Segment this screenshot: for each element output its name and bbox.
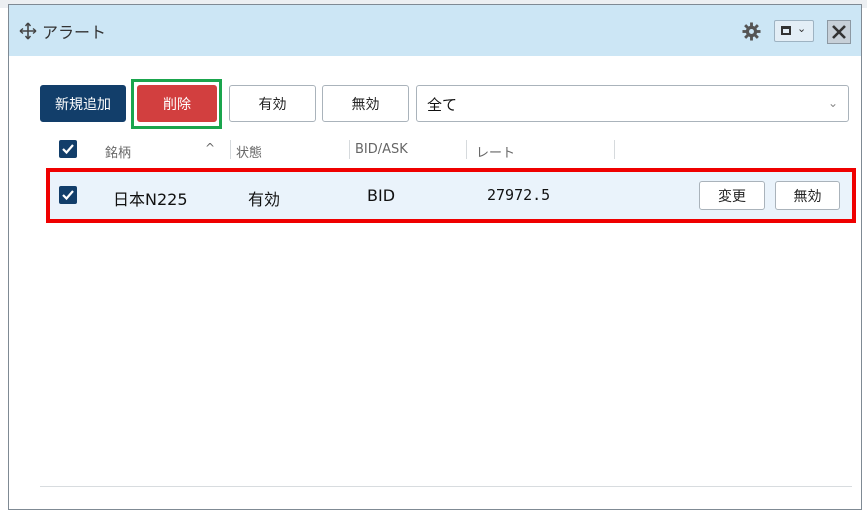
column-header-bid-ask[interactable]: BID/ASK (355, 142, 408, 157)
window-layout-icon (781, 26, 791, 35)
select-all-checkbox[interactable] (59, 140, 77, 158)
move-icon[interactable] (19, 22, 37, 40)
window-titlebar[interactable]: アラート ⌄ (9, 5, 861, 56)
column-divider (230, 140, 231, 159)
alert-window: アラート ⌄ 新規追加 削除 有効 無効 全て ⌄ 銘柄 ^ 状態 BID/AS… (8, 4, 862, 510)
column-header-rate[interactable]: レート (476, 142, 515, 161)
column-divider (466, 140, 467, 159)
window-layout-button[interactable]: ⌄ (774, 20, 814, 42)
status-filter-value: 全て (427, 96, 458, 114)
close-icon (832, 25, 846, 39)
divider (40, 486, 852, 487)
column-header-symbol[interactable]: 銘柄 (105, 142, 131, 161)
disable-button[interactable]: 無効 (322, 85, 409, 122)
enable-button[interactable]: 有効 (229, 85, 316, 122)
sort-ascending-icon[interactable]: ^ (205, 141, 215, 155)
chevron-down-icon: ⌄ (827, 96, 838, 110)
status-filter-select[interactable]: 全て ⌄ (416, 85, 849, 122)
chevron-down-icon: ⌄ (797, 22, 807, 35)
table-header: 銘柄 ^ 状態 BID/ASK レート (39, 134, 851, 164)
column-divider (614, 140, 615, 159)
delete-button[interactable]: 削除 (137, 85, 217, 122)
new-alert-button[interactable]: 新規追加 (40, 85, 126, 122)
column-divider (349, 140, 350, 159)
close-button[interactable] (827, 20, 851, 44)
row-highlight-frame (46, 168, 856, 223)
checkmark-icon (62, 144, 74, 155)
gear-icon[interactable] (742, 22, 761, 41)
column-header-status[interactable]: 状態 (236, 142, 262, 161)
window-title: アラート (42, 23, 107, 42)
